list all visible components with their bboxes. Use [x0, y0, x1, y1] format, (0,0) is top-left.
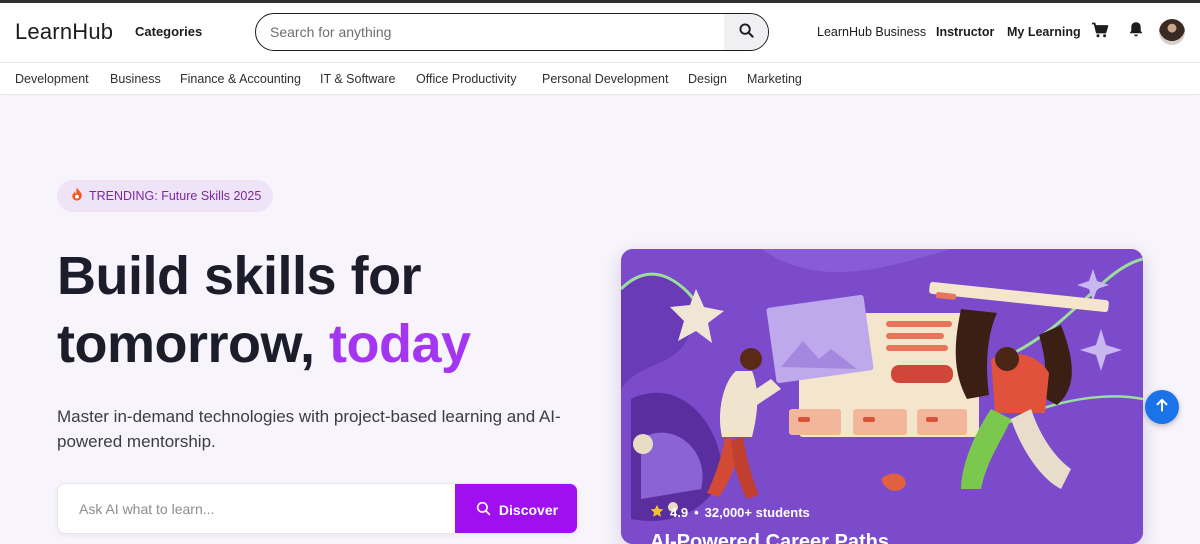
trending-badge[interactable]: TRENDING: Future Skills 2025 [57, 180, 273, 212]
hero-title-line1: Build skills for [57, 246, 422, 306]
search-icon [476, 501, 491, 519]
cart-button[interactable] [1090, 22, 1110, 42]
course-title[interactable]: AI-Powered Career Paths [650, 531, 889, 544]
course-students: 32,000+ students [704, 505, 810, 520]
my-learning-link[interactable]: My Learning [1007, 25, 1081, 39]
course-meta: 4.9 • 32,000+ students [650, 504, 810, 521]
category-it-software[interactable]: IT & Software [320, 72, 396, 86]
categories-menu[interactable]: Categories [135, 24, 202, 39]
top-header: LearnHub Categories LearnHub Business In… [0, 3, 1200, 62]
search-input[interactable] [256, 14, 726, 50]
category-personal-development[interactable]: Personal Development [542, 72, 668, 86]
search-button[interactable] [724, 14, 768, 50]
discover-button-label: Discover [498, 501, 559, 518]
course-rating: 4.9 [670, 505, 689, 520]
meta-separator: • [694, 505, 699, 520]
category-nav: Development Business Finance & Accountin… [0, 62, 1200, 95]
notifications-button[interactable] [1126, 22, 1146, 42]
course-illustration [621, 249, 1143, 544]
scroll-to-top-button[interactable] [1145, 390, 1179, 424]
category-business[interactable]: Business [110, 72, 161, 86]
ai-ask-input[interactable] [58, 484, 456, 533]
category-marketing[interactable]: Marketing [747, 72, 802, 86]
bell-icon [1128, 21, 1144, 43]
trending-badge-label: TRENDING: Future Skills 2025 [89, 189, 262, 203]
featured-course-card[interactable]: 4.9 • 32,000+ students AI-Powered Career… [621, 249, 1143, 544]
search-icon [738, 23, 754, 41]
discover-button[interactable]: Discover [455, 484, 577, 533]
hero-title-line2: tomorrow, [57, 314, 329, 374]
hero-subtitle: Master in-demand technologies with proje… [57, 407, 561, 451]
hero-section: TRENDING: Future Skills 2025 Build skill… [0, 96, 1200, 544]
learnhub-business-link[interactable]: LearnHub Business [817, 25, 926, 39]
cart-icon [1091, 22, 1109, 43]
instructor-link[interactable]: Instructor [936, 25, 994, 39]
fire-icon [71, 187, 83, 206]
hero-title-accent: today [329, 314, 471, 374]
search-bar [255, 13, 769, 51]
logo[interactable]: LearnHub [15, 19, 113, 45]
category-finance-accounting[interactable]: Finance & Accounting [180, 72, 301, 86]
avatar[interactable] [1159, 19, 1185, 45]
hero-title: Build skills for tomorrow, today [57, 242, 471, 378]
arrow-up-icon [1155, 398, 1169, 417]
ai-ask-bar: Discover [57, 483, 578, 534]
category-office-productivity[interactable]: Office Productivity [416, 72, 517, 86]
category-development[interactable]: Development [15, 72, 89, 86]
category-design[interactable]: Design [688, 72, 727, 86]
star-icon [650, 504, 664, 521]
